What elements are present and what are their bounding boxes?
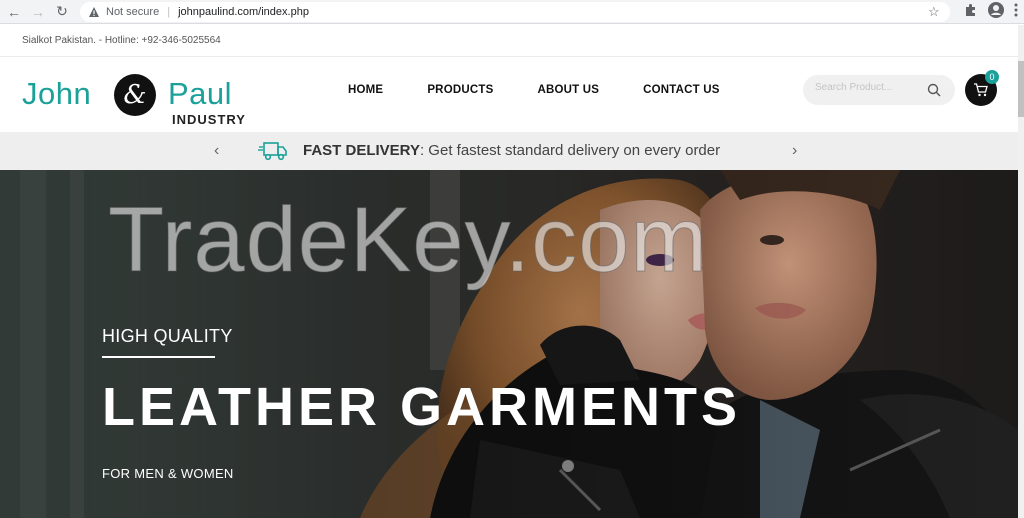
delivery-banner: ‹ FAST DELIVERY: Get fastest standard de…	[0, 132, 1018, 170]
delivery-detail: : Get fastest standard delivery on every…	[419, 142, 721, 159]
search-box	[803, 75, 955, 105]
menu-item-products[interactable]: PRODUCTS	[427, 84, 493, 96]
search-icon[interactable]	[927, 83, 941, 97]
logo-ampersand: &	[114, 74, 156, 116]
delivery-headline: FAST DELIVERY	[303, 142, 420, 159]
bookmark-star-icon[interactable]: ☆	[928, 4, 944, 20]
logo-tagline: INDUSTRY	[172, 112, 246, 127]
hero-underline	[102, 356, 215, 358]
security-label: Not secure	[106, 6, 160, 18]
menu-item-home[interactable]: HOME	[348, 84, 383, 96]
cart-icon	[974, 83, 988, 97]
top-info-bar: Sialkot Pakistan. - Hotline: +92-346-502…	[0, 25, 1018, 57]
menu-item-about[interactable]: ABOUT US	[537, 84, 599, 96]
truck-icon	[258, 142, 287, 161]
profile-icon[interactable]	[988, 2, 1004, 18]
hero-eyebrow: HIGH QUALITY	[102, 326, 233, 346]
back-icon[interactable]: ←	[4, 2, 24, 22]
hero-banner: TradeKey.com HIGH QUALITY LEATHER GARMEN…	[0, 170, 1018, 518]
cart-button[interactable]: 0	[965, 70, 999, 106]
scrollbar-thumb[interactable]	[1018, 61, 1024, 117]
hero-subtitle: FOR MEN & WOMEN	[102, 466, 234, 481]
chevron-left-icon[interactable]: ‹	[214, 142, 219, 160]
site-header: John & Paul INDUSTRY HOME PRODUCTS ABOUT…	[0, 58, 1018, 132]
divider: |	[167, 6, 171, 18]
watermark: TradeKey.com	[108, 189, 708, 292]
browser-menu-icon[interactable]	[1014, 3, 1018, 17]
site-logo[interactable]: John & Paul INDUSTRY	[22, 66, 262, 127]
extensions-icon[interactable]	[964, 3, 978, 17]
page-scrollbar[interactable]	[1018, 25, 1024, 518]
logo-word-john: John	[22, 76, 92, 111]
search-input[interactable]	[815, 82, 925, 93]
main-menu: HOME PRODUCTS ABOUT US CONTACT US	[348, 84, 764, 96]
menu-item-contact[interactable]: CONTACT US	[643, 84, 720, 96]
hero-title: LEATHER GARMENTS	[102, 377, 741, 437]
hotline-text: Sialkot Pakistan. - Hotline: +92-346-502…	[22, 35, 221, 46]
cart-count-badge: 0	[985, 70, 999, 84]
url-text: johnpaulind.com/index.php	[178, 6, 309, 18]
delivery-message: FAST DELIVERY: Get fastest standard deli…	[303, 142, 720, 159]
logo-word-paul: Paul	[168, 76, 233, 111]
forward-icon[interactable]: →	[28, 2, 48, 22]
address-bar[interactable]: Not secure | johnpaulind.com/index.php	[80, 2, 950, 22]
chevron-right-icon[interactable]: ›	[792, 142, 797, 160]
reload-icon[interactable]: ↻	[52, 2, 72, 22]
warning-icon	[89, 7, 99, 17]
